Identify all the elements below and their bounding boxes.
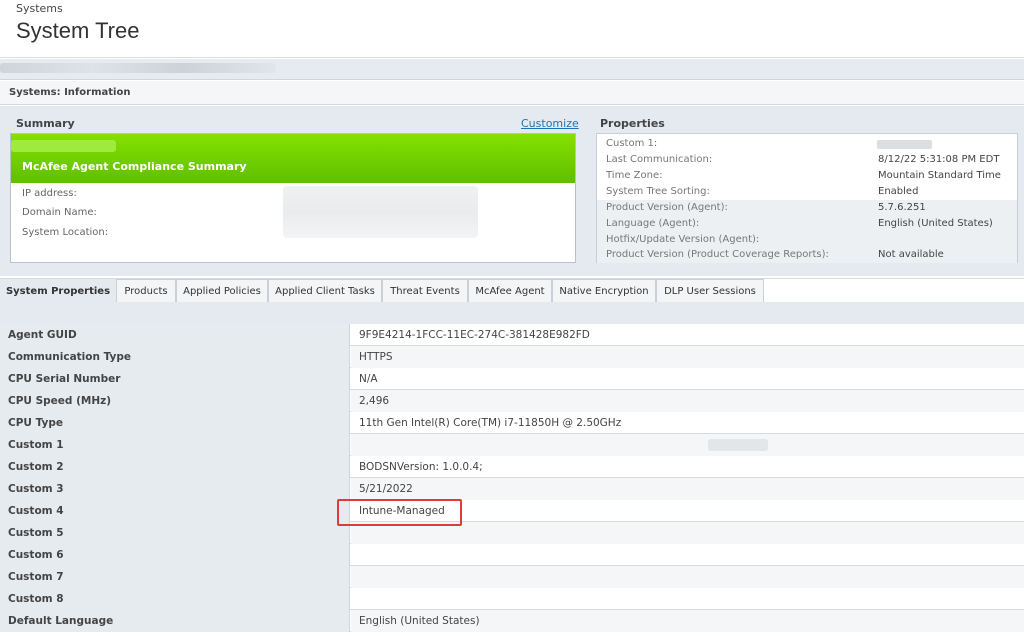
row-value: HTTPS xyxy=(351,346,1024,368)
row-value: 11th Gen Intel(R) Core(TM) i7-11850H @ 2… xyxy=(359,417,622,429)
redacted-path xyxy=(0,63,276,73)
tab-toolbar xyxy=(0,302,1024,324)
property-row: Custom 1: xyxy=(597,136,1017,152)
table-row: Custom 6 xyxy=(0,544,1024,566)
tab-dlp-user-sessions[interactable]: DLP User Sessions xyxy=(656,279,764,303)
page-header: Systems System Tree xyxy=(0,0,1024,58)
table-row: Communication Type HTTPS xyxy=(0,346,1024,368)
property-value: Not available xyxy=(878,249,944,260)
row-value xyxy=(351,544,1024,566)
redacted-value xyxy=(877,140,932,149)
system-properties-table: Agent GUID 9F9E4214-1FCC-11EC-274C-38142… xyxy=(0,324,1024,632)
property-row: Language (Agent): English (United States… xyxy=(597,216,1017,232)
table-row: Custom 5 xyxy=(0,522,1024,544)
tab-applied-client-tasks[interactable]: Applied Client Tasks xyxy=(268,279,382,303)
ip-address-label: IP address: xyxy=(22,188,77,199)
table-row: CPU Serial Number N/A xyxy=(0,368,1024,390)
row-value xyxy=(351,566,1024,588)
property-row: Product Version (Product Coverage Report… xyxy=(597,247,1017,263)
property-row: Time Zone: Mountain Standard Time xyxy=(597,168,1017,184)
row-label: Custom 8 xyxy=(0,588,350,610)
customize-link[interactable]: Customize xyxy=(521,117,579,130)
table-row: CPU Type 11th Gen Intel(R) Core(TM) i7-1… xyxy=(0,412,1024,434)
property-value: Enabled xyxy=(878,186,919,197)
row-value: 2,496 xyxy=(351,390,1024,412)
system-location-label: System Location: xyxy=(22,227,109,238)
row-label: Custom 6 xyxy=(0,544,350,566)
property-label: Product Version (Agent): xyxy=(606,202,728,213)
row-label: Custom 5 xyxy=(0,522,350,544)
tab-bar: System Properties Products Applied Polic… xyxy=(0,278,1024,303)
row-label: Communication Type xyxy=(0,346,350,368)
page-title: System Tree xyxy=(16,18,140,43)
table-row: CPU Speed (MHz) 2,496 xyxy=(0,390,1024,412)
properties-heading: Properties xyxy=(600,117,665,130)
property-row: System Tree Sorting: Enabled xyxy=(597,184,1017,200)
tab-native-encryption[interactable]: Native Encryption xyxy=(552,279,656,303)
tab-applied-policies[interactable]: Applied Policies xyxy=(176,279,268,303)
summary-heading: Summary xyxy=(16,117,75,130)
compliance-title: McAfee Agent Compliance Summary xyxy=(22,160,247,173)
property-value: English (United States) xyxy=(878,218,993,229)
table-row: Custom 8 xyxy=(0,588,1024,610)
row-label: Custom 7 xyxy=(0,566,350,588)
tab-mcafee-agent[interactable]: McAfee Agent xyxy=(468,279,552,303)
table-row: Default Language English (United States) xyxy=(0,610,1024,632)
property-row: Hotfix/Update Version (Agent): xyxy=(597,232,1017,248)
row-label: Custom 2 xyxy=(0,456,350,478)
section-title: Systems: Information xyxy=(9,87,131,98)
row-value: English (United States) xyxy=(351,610,1024,632)
row-value: N/A xyxy=(359,373,378,385)
compliance-banner: McAfee Agent Compliance Summary xyxy=(11,134,575,183)
summary-panel: McAfee Agent Compliance Summary IP addre… xyxy=(10,133,576,263)
section-header: Systems: Information xyxy=(0,81,1024,105)
table-row: Custom 7 xyxy=(0,566,1024,588)
row-value: BODSNVersion: 1.0.0.4; xyxy=(359,461,483,473)
row-label: Agent GUID xyxy=(0,324,350,346)
row-value: 5/21/2022 xyxy=(351,478,1024,500)
tab-system-properties[interactable]: System Properties xyxy=(0,279,116,303)
property-value: 5.7.6.251 xyxy=(878,202,926,213)
property-label: Hotfix/Update Version (Agent): xyxy=(606,234,760,245)
redacted-value xyxy=(708,439,768,451)
property-value: Mountain Standard Time xyxy=(878,170,1001,181)
row-value: 9F9E4214-1FCC-11EC-274C-381428E982FD xyxy=(359,329,590,341)
property-label: Time Zone: xyxy=(606,170,663,181)
row-label: Custom 4 xyxy=(0,500,350,522)
row-label: CPU Speed (MHz) xyxy=(0,390,350,412)
row-value xyxy=(351,434,1024,456)
redacted-system-name xyxy=(11,140,116,152)
property-label: System Tree Sorting: xyxy=(606,186,710,197)
row-label: Custom 1 xyxy=(0,434,350,456)
row-label: Default Language xyxy=(0,610,350,632)
property-value: 8/12/22 5:31:08 PM EDT xyxy=(878,154,1000,165)
tab-threat-events[interactable]: Threat Events xyxy=(382,279,468,303)
table-row: Custom 3 5/21/2022 xyxy=(0,478,1024,500)
table-row: Custom 4 Intune-Managed xyxy=(0,500,1024,522)
row-value xyxy=(351,588,1024,610)
property-label: Product Version (Product Coverage Report… xyxy=(606,249,829,260)
domain-name-label: Domain Name: xyxy=(22,207,97,218)
redacted-path-strip xyxy=(0,59,1024,80)
tab-products[interactable]: Products xyxy=(116,279,176,303)
table-row: Custom 2 BODSNVersion: 1.0.0.4; xyxy=(0,456,1024,478)
property-label: Custom 1: xyxy=(606,138,658,149)
row-label: CPU Type xyxy=(0,412,350,434)
row-label: Custom 3 xyxy=(0,478,350,500)
highlight-box xyxy=(337,499,462,526)
table-row: Custom 1 xyxy=(0,434,1024,456)
redacted-summary-values xyxy=(283,186,478,238)
property-row: Last Communication: 8/12/22 5:31:08 PM E… xyxy=(597,152,1017,168)
row-label: CPU Serial Number xyxy=(0,368,350,390)
property-label: Last Communication: xyxy=(606,154,713,165)
table-row: Agent GUID 9F9E4214-1FCC-11EC-274C-38142… xyxy=(0,324,1024,346)
properties-panel: Custom 1: Last Communication: 8/12/22 5:… xyxy=(596,133,1018,263)
property-row: Product Version (Agent): 5.7.6.251 xyxy=(597,200,1017,216)
property-label: Language (Agent): xyxy=(606,218,700,229)
breadcrumb[interactable]: Systems xyxy=(16,2,63,15)
